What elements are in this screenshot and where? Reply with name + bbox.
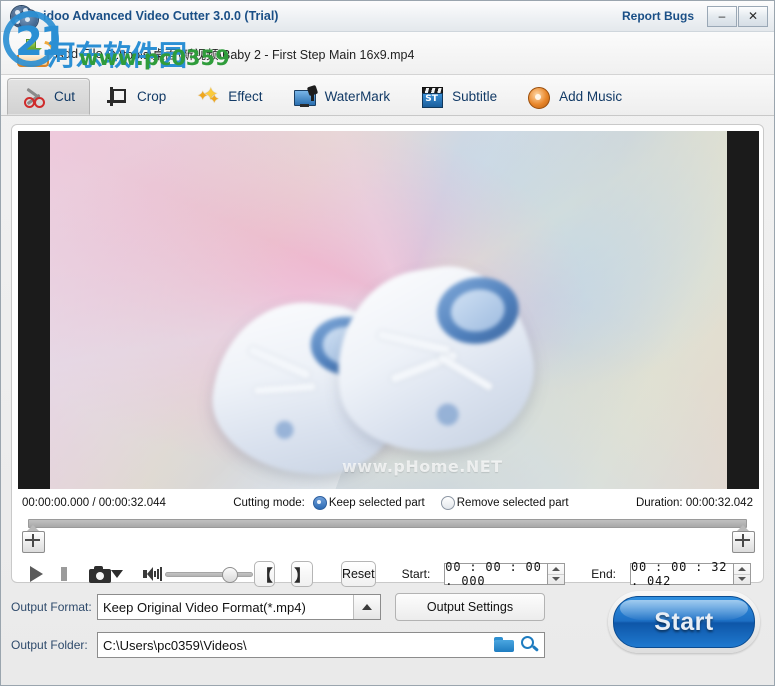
- application-window: idoo Advanced Video Cutter 3.0.0 (Trial)…: [0, 0, 775, 686]
- output-folder-actions: [494, 635, 540, 654]
- start-button[interactable]: Start: [608, 591, 760, 653]
- tab-watermark-label: WaterMark: [325, 89, 391, 104]
- output-folder-input[interactable]: C:\Users\pc0359\Videos\: [97, 632, 545, 658]
- search-icon[interactable]: [520, 635, 540, 654]
- timeline-track[interactable]: [28, 519, 747, 528]
- baby-shoe-right: [323, 255, 545, 465]
- editor-panel: www.pHome.NET 00:00:00.000 / 00:00:32.04…: [11, 124, 764, 583]
- folder-icon[interactable]: [494, 636, 514, 653]
- snapshot-camera-icon[interactable]: [89, 566, 99, 583]
- cutting-mode-label: Cutting mode:: [233, 497, 305, 509]
- tab-effect-label: Effect: [228, 89, 262, 104]
- video-frame: [18, 131, 759, 489]
- reset-button[interactable]: Reset: [341, 561, 376, 587]
- start-time-decrement[interactable]: [548, 574, 564, 585]
- start-button-label: Start: [654, 608, 713, 637]
- start-time-spinner[interactable]: 00 : 00 : 00 . 000: [444, 563, 565, 585]
- end-time-label: End:: [591, 567, 616, 581]
- add-file-path: D:\tools\桌面\新视频\Baby 2 - First Step Main…: [107, 44, 415, 63]
- tab-effect[interactable]: ✦ ✦ ✦ Effect: [181, 78, 277, 115]
- pillarbox-left: [18, 131, 50, 489]
- radio-remove-label: Remove selected part: [457, 497, 569, 509]
- add-file-label: Add File: [55, 46, 103, 61]
- crop-icon: [105, 85, 129, 109]
- output-section: Output Format: Keep Original Video Forma…: [1, 593, 774, 673]
- stars-icon: ✦ ✦ ✦: [196, 85, 220, 109]
- output-format-select[interactable]: Keep Original Video Format(*.mp4): [97, 594, 381, 620]
- add-file-bar[interactable]: Add File D:\tools\桌面\新视频\Baby 2 - First …: [1, 32, 774, 75]
- output-folder-label: Output Folder:: [11, 638, 97, 652]
- output-format-value: Keep Original Video Format(*.mp4): [98, 600, 306, 615]
- chevron-up-icon[interactable]: [353, 595, 380, 619]
- monitor-stamp-icon: [293, 85, 317, 109]
- mode-tab-strip: Cut Crop ✦ ✦ ✦ Effect WaterMark: [1, 75, 774, 116]
- tab-watermark[interactable]: WaterMark: [278, 78, 406, 115]
- playback-info-row: 00:00:00.000 / 00:00:32.044 Cutting mode…: [18, 493, 757, 513]
- pillarbox-right: [727, 131, 759, 489]
- title-bar-controls: Report Bugs – ✕: [622, 6, 774, 27]
- radio-remove-selected-part[interactable]: Remove selected part: [441, 496, 569, 510]
- volume-slider-knob[interactable]: [222, 567, 238, 583]
- tab-cut-label: Cut: [54, 89, 75, 104]
- time-display: 00:00:00.000 / 00:00:32.044: [22, 497, 166, 509]
- tab-add-music[interactable]: Add Music: [512, 78, 637, 115]
- radio-keep-selected-part[interactable]: Keep selected part: [313, 496, 425, 510]
- set-end-marker-button[interactable]: 】: [291, 561, 313, 587]
- start-time-increment[interactable]: [548, 564, 564, 574]
- title-bar: idoo Advanced Video Cutter 3.0.0 (Trial)…: [1, 1, 774, 32]
- video-preview[interactable]: www.pHome.NET: [18, 131, 759, 489]
- close-button[interactable]: ✕: [738, 6, 768, 27]
- tab-subtitle-label: Subtitle: [452, 89, 497, 104]
- window-title: idoo Advanced Video Cutter 3.0.0 (Trial): [43, 9, 278, 23]
- snapshot-menu-caret-icon[interactable]: [111, 570, 123, 578]
- add-file-icon: [15, 37, 49, 69]
- end-time-input[interactable]: 00 : 00 : 32 . 042: [630, 563, 734, 585]
- stop-button[interactable]: [61, 567, 67, 581]
- trim-handle-start[interactable]: [22, 525, 43, 551]
- playback-control-row: 【 】 Reset Start: 00 : 00 : 00 . 000 End:…: [24, 559, 751, 589]
- output-format-label: Output Format:: [11, 600, 97, 614]
- tab-crop-label: Crop: [137, 89, 166, 104]
- preview-watermark: www.pHome.NET: [342, 457, 503, 476]
- set-start-marker-button[interactable]: 【: [254, 561, 276, 587]
- start-time-label: Start:: [402, 567, 431, 581]
- end-time-spin-buttons[interactable]: [734, 563, 751, 585]
- end-time-increment[interactable]: [734, 564, 750, 574]
- play-button[interactable]: [30, 566, 43, 582]
- trim-handle-end[interactable]: [732, 525, 753, 551]
- start-time-input[interactable]: 00 : 00 : 00 . 000: [444, 563, 548, 585]
- tab-crop[interactable]: Crop: [90, 78, 181, 115]
- scissors-icon: [22, 85, 46, 109]
- tab-add-music-label: Add Music: [559, 89, 622, 104]
- timeline-trim-area[interactable]: [22, 519, 753, 555]
- app-logo-icon: [7, 3, 41, 29]
- clapperboard-st-icon: ST: [420, 85, 444, 109]
- volume-speaker-icon[interactable]: [143, 566, 151, 582]
- output-folder-value: C:\Users\pc0359\Videos\: [98, 638, 247, 653]
- radio-remove-dot: [441, 496, 455, 510]
- cutting-mode-group: Cutting mode: Keep selected part Remove …: [233, 496, 568, 510]
- report-bugs-link[interactable]: Report Bugs: [622, 9, 694, 23]
- tab-cut[interactable]: Cut: [7, 78, 90, 115]
- start-time-spin-buttons[interactable]: [548, 563, 565, 585]
- speaker-disc-icon: [527, 85, 551, 109]
- volume-slider[interactable]: [165, 566, 204, 582]
- radio-keep-dot: [313, 496, 327, 510]
- minimize-button[interactable]: –: [707, 6, 737, 27]
- radio-keep-label: Keep selected part: [329, 497, 425, 509]
- end-time-decrement[interactable]: [734, 574, 750, 585]
- tab-subtitle[interactable]: ST Subtitle: [405, 78, 512, 115]
- duration-display: Duration: 00:00:32.042: [636, 497, 753, 509]
- output-settings-button[interactable]: Output Settings: [395, 593, 545, 621]
- end-time-spinner[interactable]: 00 : 00 : 32 . 042: [630, 563, 751, 585]
